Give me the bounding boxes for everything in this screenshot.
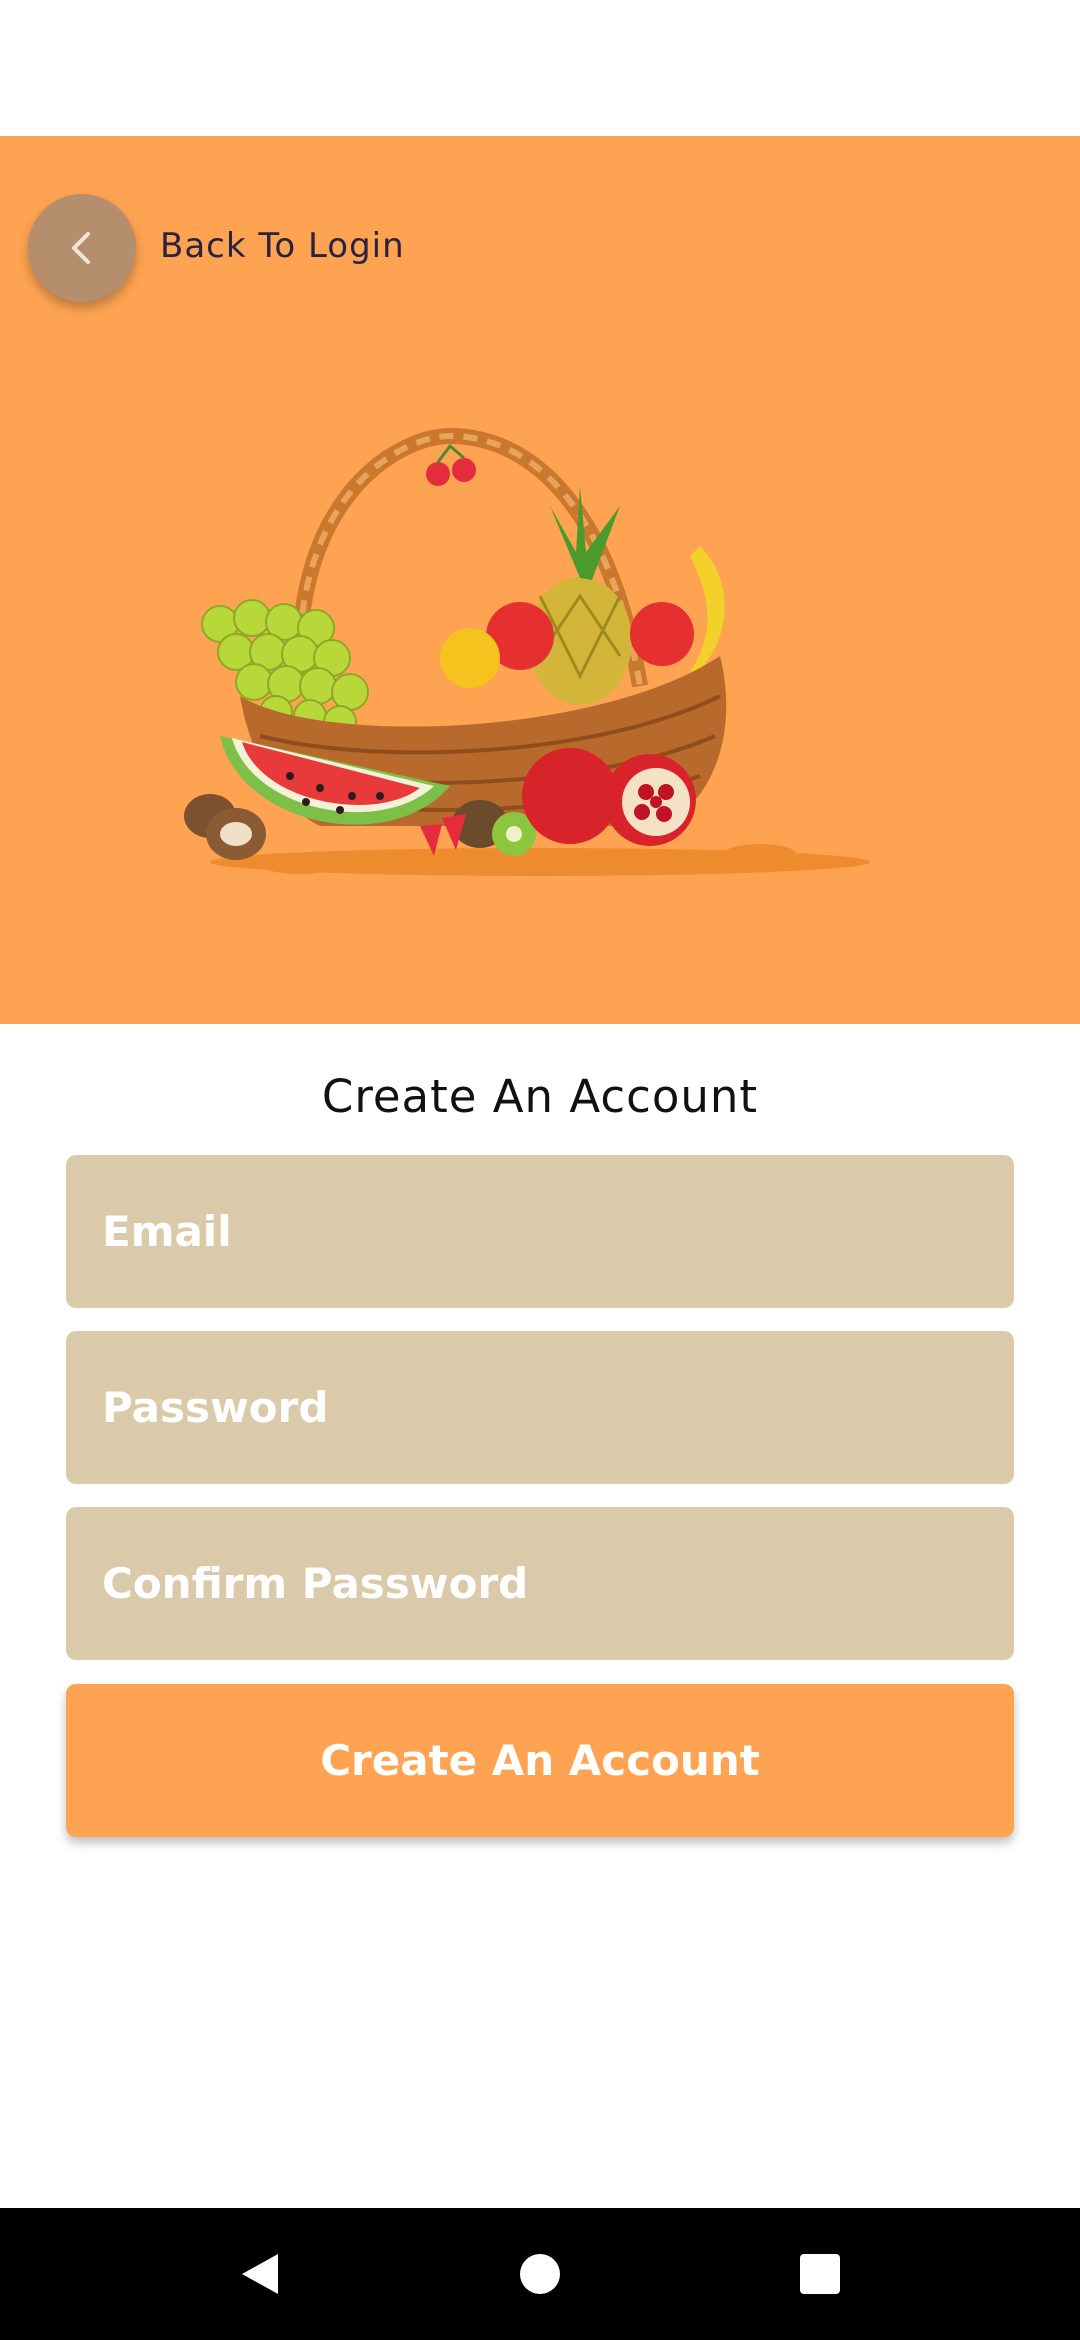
back-to-login-link[interactable]: Back To Login	[160, 226, 405, 266]
page-title: Create An Account	[321, 1070, 759, 1123]
back-button[interactable]	[28, 194, 136, 302]
chevron-left-icon	[72, 232, 90, 264]
hero-banner: Back To Login	[0, 136, 1080, 1024]
nav-recents-button[interactable]	[770, 2208, 870, 2340]
password-input[interactable]	[100, 1330, 1014, 1485]
create-account-button[interactable]: Create An Account	[66, 1684, 1014, 1837]
circle-home-icon	[520, 2254, 560, 2294]
triangle-back-icon	[242, 2254, 278, 2294]
confirm-password-field[interactable]	[66, 1506, 1014, 1661]
system-navigation-bar	[0, 2208, 1080, 2340]
nav-back-button[interactable]	[210, 2208, 310, 2340]
confirm-password-input[interactable]	[100, 1506, 1014, 1661]
password-field[interactable]	[66, 1330, 1014, 1485]
email-field[interactable]	[66, 1154, 1014, 1309]
nav-home-button[interactable]	[490, 2208, 590, 2340]
email-input[interactable]	[100, 1154, 1014, 1309]
square-recents-icon	[800, 2254, 840, 2294]
fruit-basket-illustration	[184, 427, 870, 876]
status-bar	[0, 0, 1080, 136]
